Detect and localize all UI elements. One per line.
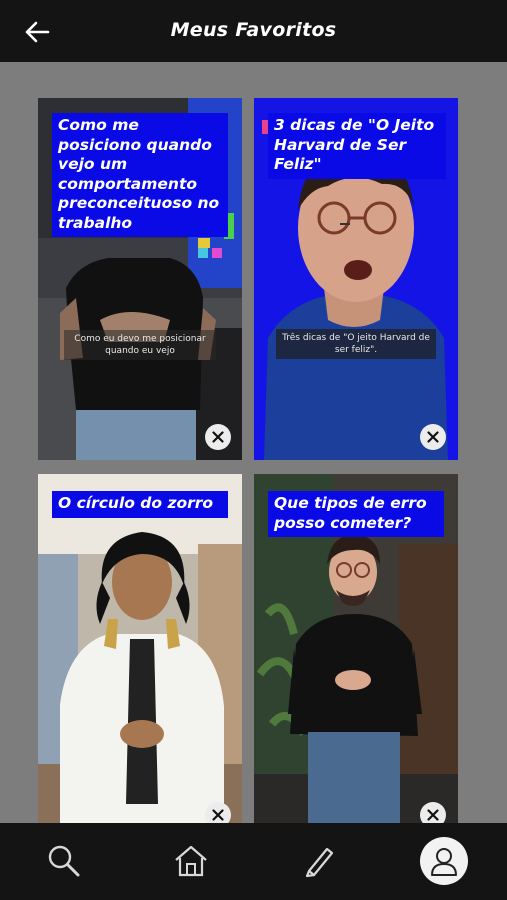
remove-favorite-button[interactable] xyxy=(420,424,446,450)
tab-profile[interactable] xyxy=(418,835,470,887)
favorite-card[interactable]: O círculo do zorro xyxy=(38,474,242,823)
video-subtitle: Como eu devo me posicionar quando eu vej… xyxy=(64,330,216,360)
remove-favorite-button[interactable] xyxy=(420,802,446,823)
video-thumbnail xyxy=(38,474,242,823)
tab-home[interactable] xyxy=(165,835,217,887)
profile-icon xyxy=(431,848,457,876)
tab-search[interactable] xyxy=(38,835,90,887)
favorite-card[interactable]: Que tipos de erro posso cometer? xyxy=(254,474,458,823)
pencil-icon xyxy=(305,847,334,878)
tab-edit[interactable] xyxy=(293,835,345,887)
search-icon xyxy=(48,845,80,877)
active-tab-indicator xyxy=(420,837,468,885)
favorite-card[interactable]: 3 dicas de "O Jeito Harvard de Ser Feliz… xyxy=(254,98,458,460)
card-title: O círculo do zorro xyxy=(52,491,228,518)
close-icon xyxy=(212,431,224,443)
close-icon xyxy=(427,809,439,821)
remove-favorite-button[interactable] xyxy=(205,802,231,823)
home-icon xyxy=(175,845,207,877)
page-title: Meus Favoritos xyxy=(170,19,337,41)
close-icon xyxy=(427,431,439,443)
card-title: 3 dicas de "O Jeito Harvard de Ser Feliz… xyxy=(268,113,446,179)
card-title: Que tipos de erro posso cometer? xyxy=(268,491,444,537)
video-subtitle: Três dicas de "O jeito Harvard de ser fe… xyxy=(276,329,436,359)
app-header: Meus Favoritos xyxy=(0,0,507,62)
favorites-grid: Como me posiciono quando vejo um comport… xyxy=(0,62,507,823)
caption-marker xyxy=(262,120,268,134)
remove-favorite-button[interactable] xyxy=(205,424,231,450)
favorite-card[interactable]: Como me posiciono quando vejo um comport… xyxy=(38,98,242,460)
card-title: Como me posiciono quando vejo um comport… xyxy=(52,113,228,237)
bottom-tab-bar xyxy=(0,823,507,900)
close-icon xyxy=(212,809,224,821)
